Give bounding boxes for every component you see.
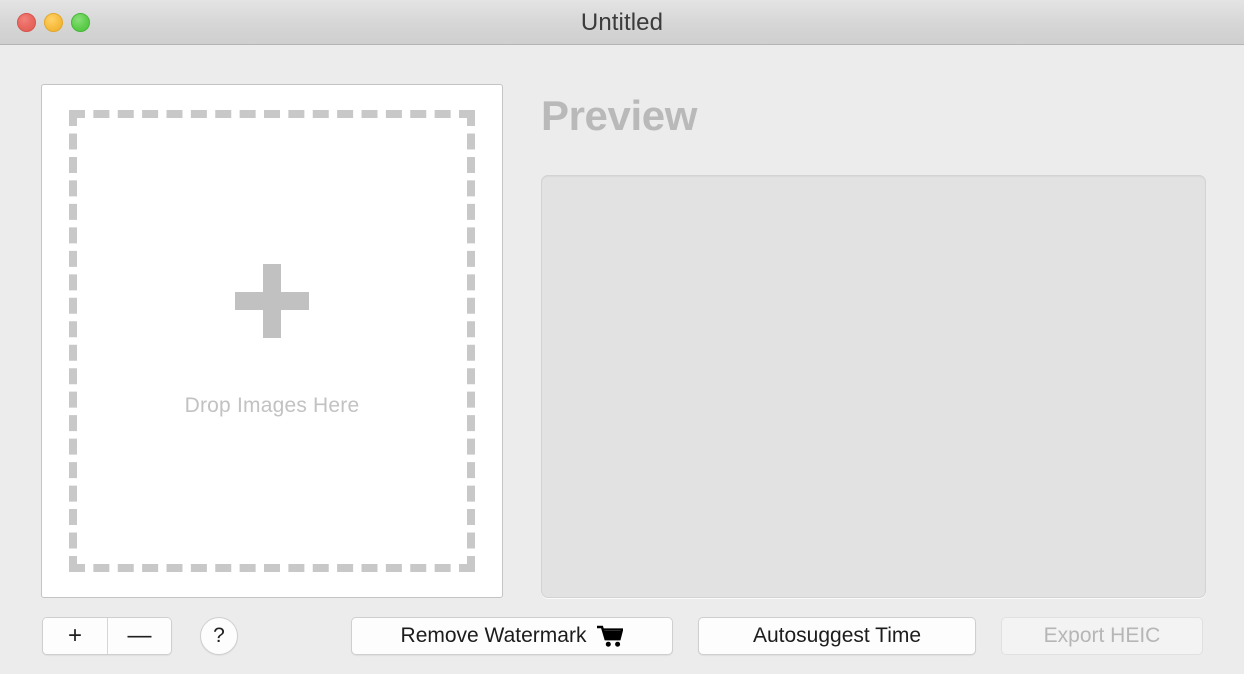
autosuggest-time-button[interactable]: Autosuggest Time xyxy=(698,617,976,655)
remove-watermark-label: Remove Watermark xyxy=(400,624,587,647)
shopping-cart-icon xyxy=(597,625,624,647)
remove-image-button[interactable]: — xyxy=(107,618,171,654)
add-plus-icon xyxy=(235,264,309,338)
help-button[interactable]: ? xyxy=(200,617,238,655)
window-title: Untitled xyxy=(580,9,664,36)
zoom-button-icon[interactable] xyxy=(71,13,90,32)
traffic-light-group xyxy=(17,13,90,32)
bottom-toolbar: + — ? Remove Watermark Autosuggest Time … xyxy=(0,612,1244,674)
preview-heading: Preview xyxy=(541,92,697,139)
drop-zone-content: Drop Images Here xyxy=(42,85,502,597)
add-image-button[interactable]: + xyxy=(43,618,107,654)
remove-watermark-button[interactable]: Remove Watermark xyxy=(351,617,673,655)
export-heic-button[interactable]: Export HEIC xyxy=(1001,617,1203,655)
add-remove-segmented-control: + — xyxy=(42,617,172,655)
drop-zone-label: Drop Images Here xyxy=(184,394,360,417)
app-window: Untitled Drop Images Here Preview + — ? … xyxy=(0,0,1244,674)
preview-panel xyxy=(541,175,1206,598)
autosuggest-time-label: Autosuggest Time xyxy=(752,624,922,647)
drop-zone-panel[interactable]: Drop Images Here xyxy=(41,84,503,598)
title-bar: Untitled xyxy=(0,0,1244,45)
minimize-button-icon[interactable] xyxy=(44,13,63,32)
export-heic-label: Export HEIC xyxy=(1043,624,1161,647)
close-button-icon[interactable] xyxy=(17,13,36,32)
